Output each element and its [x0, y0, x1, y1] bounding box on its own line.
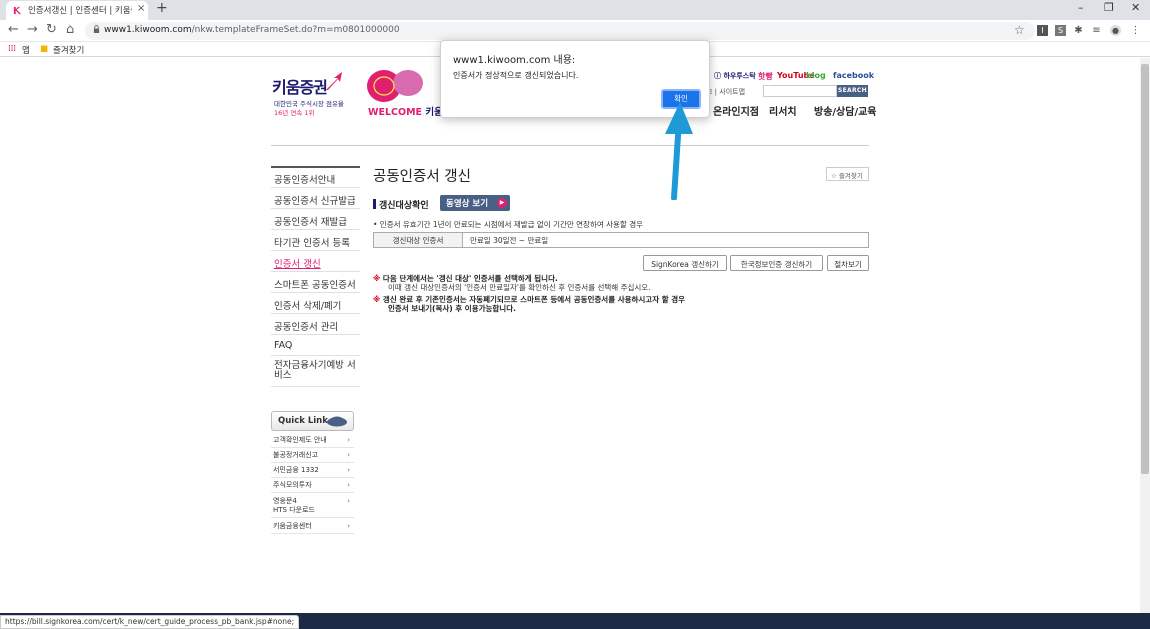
lnb-faq[interactable]: FAQ: [271, 336, 360, 356]
gnb-online-branch[interactable]: 온라인지점: [713, 103, 759, 118]
video-button[interactable]: 동영상 보기 ▶: [440, 195, 510, 211]
page-title: 공동인증서 갱신: [373, 169, 471, 185]
quick-link-label: Quick Link: [278, 416, 328, 426]
tab-close-icon[interactable]: ×: [137, 3, 145, 14]
welcome-badge-icon: [367, 70, 423, 102]
welcome-text: WELCOME 키움: [368, 107, 443, 118]
extension-s-icon[interactable]: S: [1055, 25, 1066, 36]
lnb-cert-manage[interactable]: 공동인증서 관리: [271, 315, 360, 335]
hotbang-link[interactable]: 핫빵: [758, 71, 773, 82]
quick-item-report[interactable]: 불공정거래신고 ›: [271, 449, 354, 463]
tab-strip: 인증서갱신 | 인증센터 | 키움증권 × + – ❐ ✕: [0, 0, 1150, 20]
section-title: 갱신대상확인: [379, 201, 429, 211]
warning-1-detail: 이때 갱신 대상인증서의 '인증서 만료일자'를 확인하신 후 인증서를 선택해…: [388, 283, 651, 292]
site-search-button[interactable]: SEARCH: [837, 85, 868, 97]
warning-2-detail: 인증서 보내기(복사) 후 이용가능합니다.: [388, 304, 516, 313]
quick-item-mock[interactable]: 주식모의투자 ›: [271, 479, 354, 493]
extension-icon[interactable]: I: [1037, 25, 1048, 36]
browser-toolbar: ← → ↻ ⌂ www1.kiwoom.com/nkw.templateFram…: [0, 20, 1150, 42]
facebook-link[interactable]: facebook: [833, 71, 874, 80]
renewal-note: • 인증서 유효기간 1년이 만료되는 시점에서 재발급 없이 기간만 연장하여…: [373, 220, 644, 229]
minimize-icon[interactable]: –: [1078, 1, 1084, 14]
chevron-right-icon: ›: [347, 497, 350, 505]
section-bar: [373, 199, 376, 209]
chevron-right-icon: ›: [347, 451, 350, 459]
quick-item-center[interactable]: 키움금융센터 ›: [271, 520, 354, 534]
back-icon[interactable]: ←: [8, 23, 19, 37]
gnb-broadcast[interactable]: 방송/상담/교육: [814, 103, 877, 118]
menu-kebab-icon[interactable]: ⋮: [1130, 25, 1141, 36]
new-tab-button[interactable]: +: [156, 0, 168, 16]
kica-renew-button[interactable]: 한국정보인증 갱신하기: [730, 255, 823, 271]
puzzle-icon[interactable]: ✱: [1073, 25, 1084, 36]
address-bar[interactable]: www1.kiwoom.com/nkw.templateFrameSet.do?…: [85, 22, 1035, 40]
tab-title: 인증서갱신 | 인증센터 | 키움증권: [28, 6, 132, 16]
bookmark-apps[interactable]: 앱: [22, 44, 30, 56]
phone-icon: [327, 416, 347, 427]
logo-text: 키움증권: [272, 78, 328, 97]
page-body: [0, 58, 1140, 613]
table-header: 갱신대상 인증서: [374, 233, 463, 247]
favorite-button[interactable]: ☆ 즐겨찾기: [826, 167, 869, 181]
folder-icon: ■: [40, 44, 49, 54]
lnb-cert-register[interactable]: 타기관 인증서 등록: [271, 231, 360, 251]
header-divider: [271, 145, 869, 146]
reload-icon[interactable]: ↻: [46, 23, 57, 37]
gnb-research[interactable]: 리서치: [769, 103, 797, 118]
restore-icon[interactable]: ❐: [1104, 1, 1114, 14]
quick-item-1332[interactable]: 서민금융 1332 ›: [271, 464, 354, 478]
lnb-cert-renew[interactable]: 인증서 갱신: [271, 252, 360, 272]
howto-stock-link[interactable]: ⓘ 하우투스탁: [714, 71, 756, 81]
procedure-button[interactable]: 절차보기: [827, 255, 869, 271]
logo-rank: 16년 연속 1위: [274, 109, 315, 117]
site-search-input[interactable]: [763, 85, 837, 97]
lnb-cert-guide[interactable]: 공동인증서안내: [271, 168, 360, 188]
home-icon[interactable]: ⌂: [66, 23, 74, 37]
close-window-icon[interactable]: ✕: [1131, 1, 1140, 14]
bookmark-star-icon[interactable]: ☆: [1014, 23, 1025, 37]
lnb-cert-new[interactable]: 공동인증서 신규발급: [271, 189, 360, 209]
lnb-smartphone-cert[interactable]: 스마트폰 공동인증서: [271, 273, 360, 293]
profile-avatar[interactable]: ●: [1110, 25, 1121, 36]
sitemap-link[interactable]: 고 | 사이트맵: [706, 87, 745, 97]
signkorea-renew-button[interactable]: SignKorea 갱신하기: [643, 255, 727, 271]
forward-icon[interactable]: →: [27, 23, 38, 37]
blog-link[interactable]: blog: [806, 71, 826, 80]
lnb-fraud-prevention[interactable]: 전자금융사기예방 서비스: [271, 357, 360, 387]
url-text: www1.kiwoom.com/nkw.templateFrameSet.do?…: [104, 25, 400, 35]
lock-icon: [93, 25, 100, 33]
bookmark-favorites[interactable]: 즐겨찾기: [53, 44, 84, 56]
chevron-right-icon: ›: [347, 522, 350, 530]
kiwoom-favicon-icon: [13, 6, 22, 15]
reading-list-icon[interactable]: ≡: [1091, 25, 1102, 36]
lnb-cert-delete[interactable]: 인증서 삭제/폐기: [271, 294, 360, 314]
scrollbar-thumb[interactable]: [1141, 64, 1149, 474]
dialog-title: www1.kiwoom.com 내용:: [453, 55, 576, 66]
chevron-right-icon: ›: [347, 481, 350, 489]
quick-item-hts[interactable]: 영웅문4 HTS 다운로드 ›: [271, 495, 354, 518]
browser-tab[interactable]: 인증서갱신 | 인증센터 | 키움증권 ×: [6, 1, 148, 20]
table-cell: 만료일 30일전 ~ 만료일: [470, 236, 549, 245]
status-url: https://bill.signkorea.com/cert/k_new/ce…: [0, 615, 300, 629]
chevron-right-icon: ›: [347, 466, 350, 474]
quick-item-kyc[interactable]: 고객확인제도 안내 ›: [271, 434, 354, 448]
chevron-right-icon: ›: [347, 436, 350, 444]
logo-arrow-icon: [326, 72, 342, 90]
lnb-cert-reissue[interactable]: 공동인증서 재발급: [271, 210, 360, 230]
quick-link-header: Quick Link: [271, 411, 354, 431]
apps-grid-icon[interactable]: ⁞⁞⁞: [8, 44, 16, 54]
play-icon: ▶: [497, 198, 507, 208]
dialog-message: 인증서가 정상적으로 갱신되었습니다.: [453, 71, 579, 80]
arrow-up-icon: [665, 102, 693, 200]
renewal-target-table: 갱신대상 인증서 만료일 30일전 ~ 만료일: [373, 232, 869, 248]
